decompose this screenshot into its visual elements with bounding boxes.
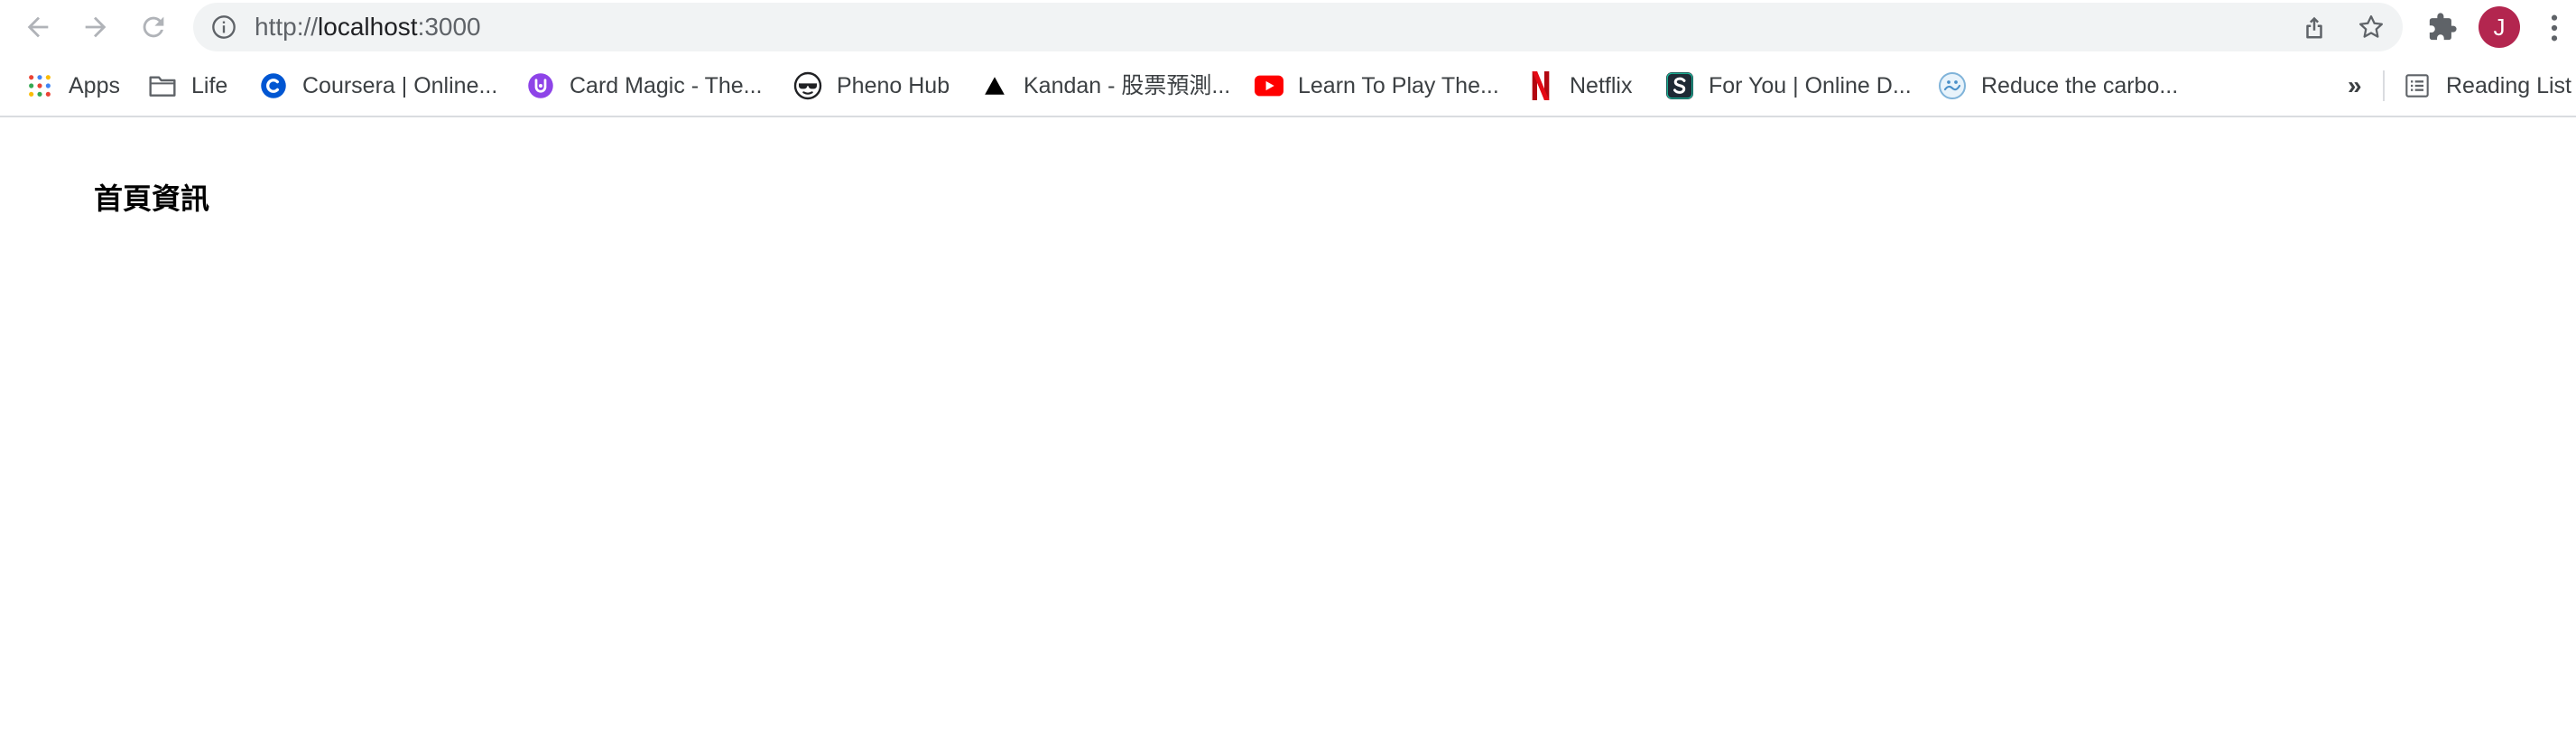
browser-toolbar: http://localhost:3000 J xyxy=(0,0,2576,54)
bookmark-apps[interactable]: Apps xyxy=(25,70,120,102)
address-bar[interactable]: http://localhost:3000 xyxy=(193,3,2403,51)
bookmark-label: Life xyxy=(191,73,228,98)
pheno-hub-icon xyxy=(793,71,822,100)
folder-icon xyxy=(148,71,177,100)
page-title: 首頁資訊 xyxy=(94,181,210,216)
card-magic-icon xyxy=(526,71,555,100)
bookmarks-bar: Apps Life Coursera | Online... Card Magi… xyxy=(0,54,2576,117)
forward-arrow-icon xyxy=(85,16,107,38)
bookmark-learn-to-play[interactable]: Learn To Play The... xyxy=(1255,70,1499,102)
reload-button[interactable] xyxy=(135,9,171,45)
bookmark-folder-life[interactable]: Life xyxy=(148,70,227,102)
bookmark-label: Pheno Hub xyxy=(837,73,950,98)
reload-icon xyxy=(143,16,164,38)
bookmark-label: Learn To Play The... xyxy=(1298,73,1499,98)
extensions-puzzle-icon[interactable] xyxy=(2427,12,2458,42)
bookmarks-separator xyxy=(2383,70,2385,101)
bookmark-for-you[interactable]: For You | Online D... xyxy=(1665,70,1912,102)
back-arrow-icon xyxy=(27,16,49,38)
site-info-icon[interactable] xyxy=(211,14,236,40)
kandan-icon xyxy=(980,71,1009,100)
url-port: :3000 xyxy=(417,13,481,41)
back-button[interactable] xyxy=(20,9,56,45)
bookmark-label: Netflix xyxy=(1570,73,1633,98)
reading-list-label: Reading List xyxy=(2446,73,2571,98)
bookmark-label: For You | Online D... xyxy=(1709,73,1912,98)
reading-list-icon xyxy=(2403,71,2432,100)
bookmark-pheno-hub[interactable]: Pheno Hub xyxy=(793,70,950,102)
bookmark-label: Coursera | Online... xyxy=(302,73,498,98)
bookmark-star-icon[interactable] xyxy=(2358,14,2385,41)
bookmark-label: Card Magic - The... xyxy=(570,73,763,98)
address-url: http://localhost:3000 xyxy=(255,14,481,41)
bookmarks-overflow-chevron[interactable]: » xyxy=(2348,72,2362,99)
reduce-carbon-icon xyxy=(1938,71,1967,100)
profile-avatar[interactable]: J xyxy=(2479,6,2520,48)
youtube-icon xyxy=(1255,71,1283,100)
bookmark-label: Apps xyxy=(69,73,120,98)
coursera-icon xyxy=(259,71,288,100)
bookmark-label: Kandan - 股票預測... xyxy=(1024,73,1231,98)
bookmark-reduce-carbon[interactable]: Reduce the carbo... xyxy=(1938,70,2178,102)
scribd-icon xyxy=(1665,71,1694,100)
url-scheme: http:// xyxy=(255,13,319,41)
url-host: localhost xyxy=(318,13,418,41)
bookmark-coursera[interactable]: Coursera | Online... xyxy=(259,70,497,102)
apps-grid-icon xyxy=(25,71,54,100)
bookmark-netflix[interactable]: Netflix xyxy=(1526,70,1632,102)
netflix-icon xyxy=(1526,71,1555,100)
share-icon[interactable] xyxy=(2301,14,2328,41)
bookmark-label: Reduce the carbo... xyxy=(1981,73,2179,98)
bookmark-kandan[interactable]: Kandan - 股票預測... xyxy=(980,70,1230,102)
bookmark-card-magic[interactable]: Card Magic - The... xyxy=(526,70,763,102)
reading-list-button[interactable]: Reading List xyxy=(2403,70,2571,102)
forward-button[interactable] xyxy=(78,9,114,45)
more-menu-icon[interactable] xyxy=(2545,13,2563,43)
